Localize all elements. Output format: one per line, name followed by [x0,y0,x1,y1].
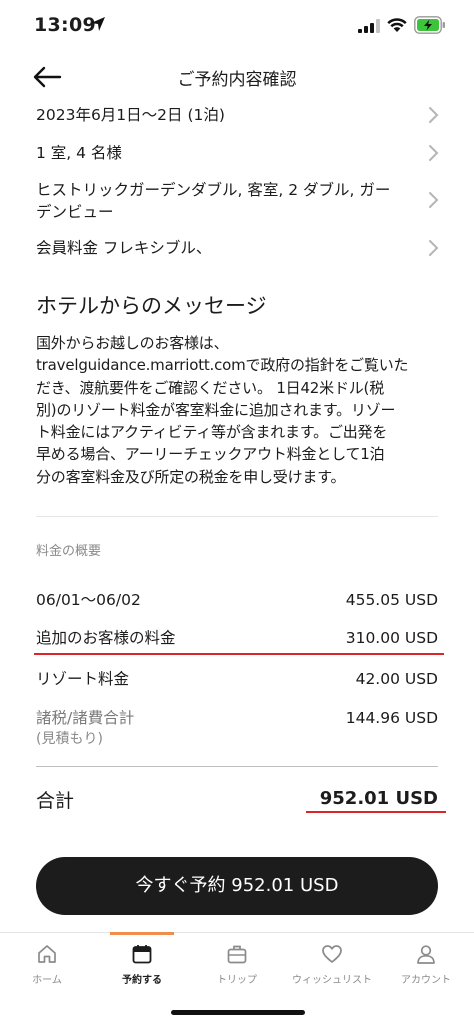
chevron-right-icon [429,240,439,256]
nav-bar: ご予約内容確認 [0,54,474,100]
battery-charging-icon [414,16,445,34]
guest-count: 1 室, 4 名様 [36,144,122,162]
price-value: 144.96 USD [345,709,438,727]
total-value: 952.01 USD [319,788,438,809]
page-title: ご予約内容確認 [177,70,297,90]
room-type-line-2: デンビュー [36,203,114,221]
cellular-signal-icon [358,19,380,33]
section-divider [36,516,438,517]
tab-label: ウィッシュリスト [292,975,372,986]
message-line: 分の客室料金及び所定の税金を申し受けます。 [36,467,346,486]
booking-confirmation-screen: 13:09 ご予約内容確認 2023年6月1日～2日 (1泊) 1 室, 4 名… [0,0,474,1024]
tab-label: 予約する [122,975,162,986]
message-line: だき、渡航要件をご確認ください。 1日42米ドル(税 [36,378,385,397]
tab-book[interactable]: 予約する [95,939,189,995]
status-time: 13:09 [34,14,96,36]
tab-trips[interactable]: トリップ [190,939,284,995]
total-divider [36,766,438,767]
booking-dates-row[interactable]: 2023年6月1日～2日 (1泊) [36,104,442,126]
price-value: 455.05 USD [345,591,438,609]
message-line: 早める場合、アーリーチェックアウト料金として1泊 [36,445,385,464]
message-line: ト料金にはアクティビティ等が含まれます。ご出発を [36,423,388,442]
price-label: 06/01～06/02 [36,591,141,609]
heart-icon [322,945,342,963]
message-line: 国外からお越しのお客様は、 [36,334,229,352]
price-value: 42.00 USD [355,670,438,688]
home-icon [38,945,56,963]
price-sublabel: (見積もり) [36,731,103,747]
hotel-message-title: ホテルからのメッセージ [36,294,267,318]
location-arrow-icon [91,17,105,31]
book-now-button[interactable]: 今すぐ予約 952.01 USD [36,857,438,915]
price-label: 諸税/諸費合計 [36,709,135,727]
active-tab-indicator [110,932,174,935]
home-indicator [171,1010,305,1015]
chevron-right-icon [429,192,439,208]
message-line: travelguidance.marriott.comで政府の指針をご覧いた [36,356,409,375]
price-summary-label: 料金の概要 [36,544,102,559]
tab-label: トリップ [217,975,257,986]
price-value: 310.00 USD [345,629,438,647]
booking-dates: 2023年6月1日～2日 (1泊) [36,106,225,124]
room-type-line-1: ヒストリックガーデンダブル, 客室, 2 ダブル, ガー [36,181,391,199]
red-underline [34,653,444,655]
rate-plan-row[interactable]: 会員料金 フレキシブル、 [36,237,442,259]
tab-account[interactable]: アカウント [379,939,473,995]
guests-row[interactable]: 1 室, 4 名様 [36,142,442,164]
suitcase-icon [227,945,247,964]
person-icon [417,945,435,964]
rate-plan: 会員料金 フレキシブル、 [36,239,212,257]
chevron-right-icon [429,107,439,123]
total-label: 合計 [36,790,75,812]
tab-home[interactable]: ホーム [0,939,94,995]
tab-label: アカウント [401,975,451,986]
hotel-message-body: 国外からお越しのお客様は、 travelguidance.marriott.co… [36,332,440,488]
red-underline [306,811,446,813]
tab-label: ホーム [32,975,62,986]
status-bar: 13:09 [0,0,474,54]
tab-wishlist[interactable]: ウィッシュリスト [285,939,379,995]
message-line: 別)のリゾート料金が客室料金に追加されます。リゾー [36,400,396,419]
calendar-icon [132,945,152,964]
price-label: 追加のお客様の料金 [36,629,176,647]
wifi-icon [387,18,407,32]
price-label: リゾート料金 [36,670,130,688]
room-type-row[interactable]: ヒストリックガーデンダブル, 客室, 2 ダブル, ガー デンビュー [36,179,442,223]
chevron-right-icon [429,145,439,161]
